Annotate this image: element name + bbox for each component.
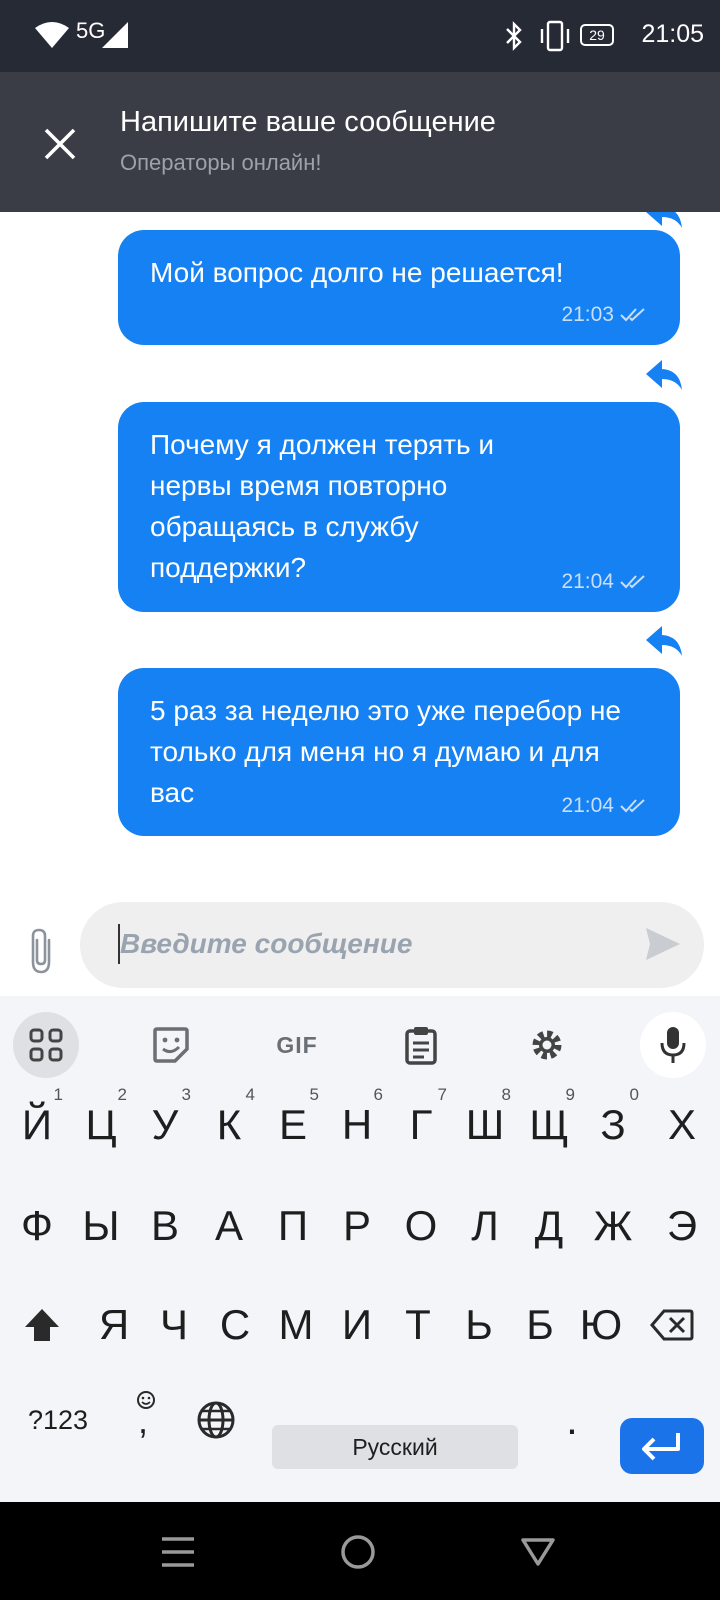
message-bubble[interactable]: 5 раз за неделю это уже перебор не тольк… (118, 668, 680, 836)
backspace-icon (650, 1309, 694, 1341)
message-input[interactable]: Введите сообщение (80, 902, 704, 988)
message-meta: 21:03 (561, 294, 648, 335)
message-list[interactable]: Мой вопрос долго не решается! 21:03 Поче… (0, 212, 720, 886)
key[interactable]: Б (508, 1285, 572, 1365)
keyboard-toolbar: GIF (0, 996, 720, 1090)
key[interactable]: О (389, 1186, 453, 1266)
key[interactable]: Ч (142, 1285, 206, 1365)
key[interactable]: Й1 (5, 1085, 69, 1165)
close-icon (44, 128, 76, 160)
signal-icon (102, 22, 128, 48)
gear-icon (532, 1030, 562, 1060)
backspace-key[interactable] (640, 1285, 704, 1365)
key[interactable]: Ц2 (69, 1085, 133, 1165)
symbols-key[interactable]: ?123 (18, 1380, 98, 1460)
apps-grid-button[interactable] (13, 1012, 79, 1078)
gif-button[interactable]: GIF (264, 1012, 330, 1078)
grid-icon (29, 1028, 63, 1062)
vibrate-icon (540, 20, 570, 52)
key[interactable]: П (261, 1186, 325, 1266)
gif-label: GIF (276, 1031, 318, 1058)
key[interactable]: Ш8 (453, 1085, 517, 1165)
message-time: 21:03 (561, 303, 614, 326)
key[interactable]: Э (650, 1186, 714, 1266)
key[interactable]: Р (325, 1186, 389, 1266)
reply-icon[interactable] (644, 624, 684, 658)
voice-input-button[interactable] (640, 1012, 706, 1078)
key[interactable]: Щ9 (517, 1085, 581, 1165)
key[interactable]: Г7 (389, 1085, 453, 1165)
double-check-icon (620, 798, 645, 812)
language-key[interactable] (184, 1380, 248, 1460)
message-bubble[interactable]: Мой вопрос долго не решается! 21:03 (118, 230, 680, 345)
key[interactable]: Л (453, 1186, 517, 1266)
reply-icon[interactable] (644, 212, 684, 230)
key[interactable]: М (264, 1285, 328, 1365)
clipboard-icon (405, 1027, 437, 1065)
settings-button[interactable] (514, 1012, 580, 1078)
clipboard-button[interactable] (388, 1012, 454, 1078)
key[interactable]: Ы (69, 1186, 133, 1266)
key[interactable]: И (325, 1285, 389, 1365)
enter-key[interactable] (620, 1418, 704, 1474)
key[interactable]: У3 (133, 1085, 197, 1165)
double-check-icon (620, 307, 645, 321)
composer: Введите сообщение (0, 886, 720, 996)
key[interactable]: Н6 (325, 1085, 389, 1165)
attach-button[interactable] (22, 926, 62, 976)
key[interactable]: Ю (569, 1285, 633, 1365)
key[interactable]: Е5 (261, 1085, 325, 1165)
clock: 21:05 (641, 20, 704, 48)
key[interactable]: Т (386, 1285, 450, 1365)
key[interactable]: Д (517, 1186, 581, 1266)
key[interactable]: А (197, 1186, 261, 1266)
period-key[interactable]: . (540, 1380, 604, 1460)
home-icon[interactable] (340, 1534, 376, 1570)
message-text: Почему я должен терять и нервы время пов… (150, 429, 495, 583)
message-time: 21:04 (561, 794, 614, 817)
battery-icon: 29 (580, 24, 614, 46)
battery-level: 29 (589, 27, 605, 43)
network-type: 5G (76, 18, 106, 43)
send-button[interactable] (644, 926, 682, 962)
key[interactable]: Я (82, 1285, 146, 1365)
shift-icon (25, 1309, 59, 1341)
message-bubble[interactable]: Почему я должен терять и нервы время пов… (118, 402, 680, 612)
key[interactable]: Ж (581, 1186, 645, 1266)
wifi-icon (35, 22, 69, 48)
space-bar[interactable]: Русский (272, 1425, 518, 1469)
chat-subtitle: Операторы онлайн! (120, 150, 322, 175)
sticker-icon (153, 1027, 189, 1063)
emoji-comma-key[interactable]: , (114, 1380, 178, 1460)
sticker-button[interactable] (138, 1012, 204, 1078)
shift-key[interactable] (10, 1285, 74, 1365)
double-check-icon (620, 574, 645, 588)
key[interactable]: Ь (447, 1285, 511, 1365)
microphone-icon (660, 1027, 686, 1063)
chat-header: Напишите ваше сообщение Операторы онлайн… (0, 72, 720, 212)
message-meta: 21:04 (561, 785, 648, 826)
close-button[interactable] (38, 122, 82, 166)
key[interactable]: Ф (5, 1186, 69, 1266)
bluetooth-icon (506, 21, 522, 51)
status-bar: 5G 29 21:05 (0, 0, 720, 72)
message-time: 21:04 (561, 570, 614, 593)
reply-icon[interactable] (644, 358, 684, 392)
key[interactable]: З0 (581, 1085, 645, 1165)
system-nav-bar (0, 1502, 720, 1600)
key[interactable]: С (203, 1285, 267, 1365)
key[interactable]: К4 (197, 1085, 261, 1165)
chat-title: Напишите ваше сообщение (120, 106, 496, 138)
globe-icon (197, 1401, 235, 1439)
key[interactable]: Х (650, 1085, 714, 1165)
message-meta: 21:04 (561, 561, 648, 602)
back-icon[interactable] (520, 1536, 556, 1568)
key[interactable]: В (133, 1186, 197, 1266)
message-input-placeholder: Введите сообщение (120, 928, 413, 959)
enter-icon (642, 1433, 680, 1461)
space-bar-label: Русский (352, 1433, 438, 1460)
menu-icon[interactable] (160, 1534, 196, 1570)
message-text: Мой вопрос долго не решается! (150, 257, 564, 288)
